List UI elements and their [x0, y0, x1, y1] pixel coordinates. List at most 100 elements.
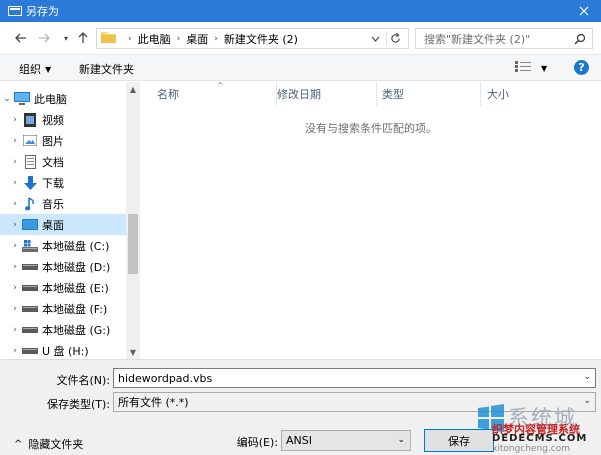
- scrollbar-thumb[interactable]: [128, 214, 138, 274]
- chevron-right-icon[interactable]: ›: [8, 325, 22, 335]
- drive-icon: [22, 302, 38, 316]
- tree-item-label: 此电脑: [34, 92, 67, 106]
- filename-input[interactable]: hidewordpad.vbs ⌄: [113, 368, 596, 388]
- search-icon[interactable]: [571, 30, 589, 48]
- organize-button[interactable]: 组织 ▼: [19, 61, 51, 77]
- chevron-down-icon[interactable]: ⌄: [0, 94, 14, 104]
- chevron-right-icon[interactable]: ›: [8, 346, 22, 356]
- refresh-icon[interactable]: [386, 31, 404, 46]
- navigation-scrollbar[interactable]: ▲ ▼: [126, 82, 140, 359]
- chevron-right-icon: ›: [176, 33, 181, 44]
- chevron-right-icon[interactable]: ›: [8, 241, 22, 251]
- tree-item-label: 音乐: [42, 197, 64, 211]
- app-icon: [8, 5, 22, 17]
- filetype-value: 所有文件 (*.*): [118, 396, 189, 409]
- tree-item-drive-e[interactable]: › 本地磁盘 (E:): [0, 277, 126, 298]
- tree-item-label: 本地磁盘 (G:): [42, 323, 111, 337]
- recent-locations-chevron-icon[interactable]: ▾: [58, 30, 74, 46]
- music-icon: [22, 196, 38, 211]
- tree-item-downloads[interactable]: › 下载: [0, 172, 126, 193]
- tree-item-desktop[interactable]: › 桌面: [0, 214, 126, 235]
- chevron-right-icon[interactable]: ›: [8, 157, 22, 167]
- system-drive-icon: [22, 239, 38, 253]
- help-icon[interactable]: ?: [574, 60, 589, 75]
- chevron-right-icon[interactable]: ›: [8, 262, 22, 272]
- chevron-down-icon[interactable]: ⌄: [583, 396, 591, 406]
- view-list-icon: [515, 61, 531, 75]
- hide-folders-toggle[interactable]: ^ 隐藏文件夹: [14, 436, 83, 452]
- encoding-select[interactable]: ANSI ⌄: [281, 430, 411, 451]
- filename-label: 文件名(N):: [56, 374, 110, 387]
- sort-up-icon: ^: [217, 81, 224, 90]
- filename-value: hidewordpad.vbs: [118, 371, 213, 385]
- encoding-value: ANSI: [286, 434, 312, 447]
- tree-item-label: 本地磁盘 (E:): [42, 281, 109, 295]
- hide-folders-label: 隐藏文件夹: [28, 438, 84, 451]
- forward-arrow-icon[interactable]: [36, 30, 52, 46]
- chevron-right-icon: ›: [214, 33, 218, 44]
- scroll-down-icon[interactable]: ▼: [126, 345, 140, 359]
- video-icon: [22, 112, 38, 127]
- folder-icon: [101, 31, 116, 46]
- new-folder-button[interactable]: 新建文件夹: [79, 61, 134, 77]
- view-options-button[interactable]: ▼: [515, 61, 547, 75]
- chevron-right-icon[interactable]: ›: [8, 220, 22, 230]
- address-bar[interactable]: › 此电脑 › 桌面 › 新建文件夹 (2): [96, 28, 409, 49]
- filetype-select[interactable]: 所有文件 (*.*) ⌄: [113, 392, 596, 412]
- tree-item-drive-g[interactable]: › 本地磁盘 (G:): [0, 319, 126, 340]
- column-header-date[interactable]: 修改日期: [271, 82, 377, 106]
- tree-item-label: 文档: [42, 155, 64, 169]
- desktop-icon: [22, 218, 38, 232]
- drive-icon: [22, 281, 38, 295]
- tree-item-label: 视频: [42, 113, 64, 127]
- tree-item-label: 本地磁盘 (F:): [42, 302, 108, 316]
- chevron-down-icon[interactable]: ⌄: [583, 372, 591, 382]
- tree-item-label: 本地磁盘 (D:): [42, 260, 111, 274]
- breadcrumb-new-folder[interactable]: 新建文件夹 (2): [224, 31, 298, 47]
- close-icon[interactable]: [567, 0, 601, 22]
- drive-icon: [22, 260, 38, 274]
- chevron-up-icon: ^: [14, 438, 23, 450]
- drive-icon: [22, 323, 38, 337]
- column-header-type[interactable]: 类型: [376, 82, 481, 106]
- column-header-label: 名称: [157, 88, 179, 101]
- column-header-name[interactable]: 名称 ^: [151, 81, 277, 106]
- tree-item-drive-c[interactable]: › 本地磁盘 (C:): [0, 235, 126, 256]
- column-header-size[interactable]: 大小: [481, 82, 561, 106]
- save-button[interactable]: 保存: [424, 429, 494, 452]
- tree-item-label: U 盘 (H:): [42, 344, 89, 358]
- breadcrumb-desktop[interactable]: 桌面: [186, 31, 208, 47]
- chevron-right-icon[interactable]: ›: [8, 283, 22, 293]
- tree-item-music[interactable]: › 音乐: [0, 193, 126, 214]
- navigation-bar: ▾ › 此电脑 › 桌面 › 新建文件夹 (2) 搜索"新建文件夹 (2)": [0, 22, 601, 54]
- tree-item-label: 本地磁盘 (C:): [42, 239, 110, 253]
- scroll-up-icon[interactable]: ▲: [126, 82, 140, 96]
- chevron-right-icon[interactable]: ›: [8, 199, 22, 209]
- download-icon: [22, 175, 38, 190]
- tree-item-documents[interactable]: › 文档: [0, 151, 126, 172]
- filetype-label: 保存类型(T):: [46, 398, 110, 411]
- back-arrow-icon[interactable]: [13, 30, 29, 46]
- tree-item-this-pc[interactable]: ⌄ 此电脑: [0, 88, 126, 109]
- search-box[interactable]: 搜索"新建文件夹 (2)": [415, 28, 593, 49]
- empty-list-message: 没有与搜索条件匹配的项。: [305, 122, 437, 135]
- address-dropdown-icon[interactable]: [371, 32, 380, 45]
- chevron-right-icon[interactable]: ›: [8, 136, 22, 146]
- tree-item-videos[interactable]: › 视频: [0, 109, 126, 130]
- tree-item-drive-d[interactable]: › 本地磁盘 (D:): [0, 256, 126, 277]
- window-title: 另存为: [26, 5, 59, 18]
- chevron-down-icon[interactable]: ⌄: [397, 435, 405, 445]
- save-options-panel: 文件名(N): hidewordpad.vbs ⌄ 保存类型(T): 所有文件 …: [0, 359, 601, 455]
- chevron-right-icon[interactable]: ›: [8, 115, 22, 125]
- search-input[interactable]: 搜索"新建文件夹 (2)": [416, 31, 571, 47]
- up-arrow-icon[interactable]: [75, 30, 91, 46]
- tree-item-drive-f[interactable]: › 本地磁盘 (F:): [0, 298, 126, 319]
- tree-item-usb-drive[interactable]: › U 盘 (H:): [0, 340, 126, 359]
- chevron-right-icon: ›: [128, 33, 132, 44]
- breadcrumb-this-pc[interactable]: 此电脑: [138, 31, 171, 47]
- tree-item-pictures[interactable]: › 图片: [0, 130, 126, 151]
- file-list: 名称 ^ 修改日期 类型 大小 没有与搜索条件匹配的项。: [141, 81, 601, 359]
- chevron-right-icon[interactable]: ›: [8, 178, 22, 188]
- navigation-pane: ⌄ 此电脑 › 视频 › 图片 › 文档 › 下载 › 音乐 › 桌面 › 本地…: [0, 82, 140, 359]
- chevron-right-icon[interactable]: ›: [8, 304, 22, 314]
